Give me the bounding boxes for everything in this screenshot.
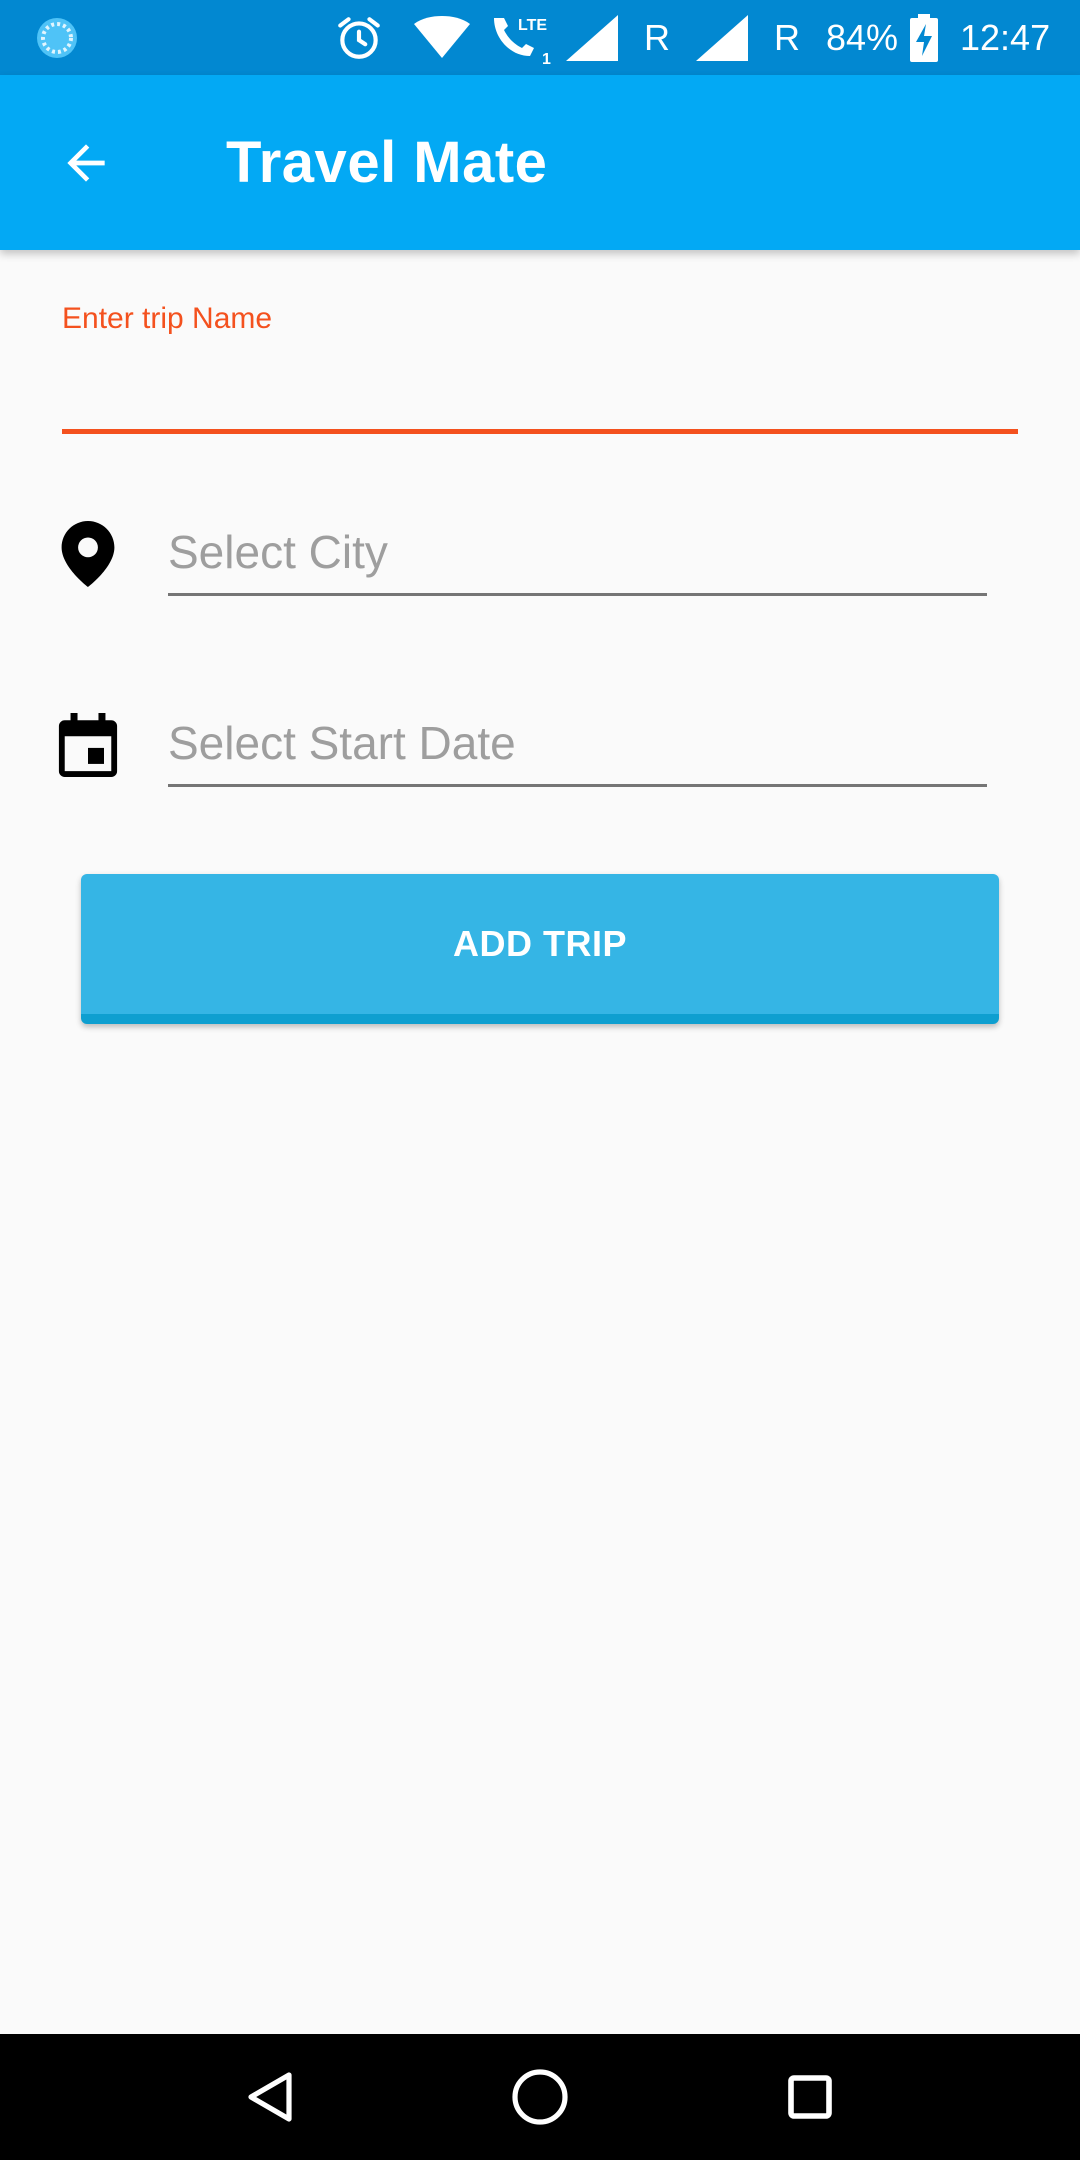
battery-percent: 84%	[826, 16, 899, 58]
start-date-placeholder: Select Start Date	[168, 717, 516, 769]
arrow-back-icon	[67, 144, 105, 182]
system-nav-bar	[0, 2034, 1080, 2160]
wifi-icon	[414, 0, 470, 75]
page-title: Travel Mate	[226, 130, 548, 195]
lte-call-icon: LTE 1	[488, 0, 554, 75]
back-triangle-icon[interactable]	[225, 2052, 315, 2142]
clock: 12:47	[960, 16, 1051, 58]
network-letter: R	[644, 16, 670, 58]
trip-name-input[interactable]	[62, 350, 1018, 434]
status-bar: LTE 1 R R 84% 12:47	[0, 0, 1080, 75]
recents-square-icon[interactable]	[765, 2052, 855, 2142]
battery-charging-icon	[910, 0, 938, 75]
location-pin-icon	[55, 521, 121, 587]
add-trip-button[interactable]: ADD TRIP	[81, 874, 999, 1024]
calendar-icon	[55, 712, 121, 778]
back-button[interactable]	[46, 123, 126, 203]
screen: LTE 1 R R 84% 12:47 Travel Mate Enter tr…	[0, 0, 1080, 2160]
loading-circle-icon	[34, 0, 80, 75]
city-select-field[interactable]: Select City	[168, 500, 987, 596]
city-placeholder: Select City	[168, 526, 388, 578]
alarm-icon	[334, 0, 384, 75]
network-letter: R	[774, 16, 800, 58]
svg-text:1: 1	[542, 51, 551, 66]
svg-text:LTE: LTE	[518, 17, 547, 34]
app-bar: Travel Mate	[0, 75, 1080, 250]
signal-icon	[696, 0, 748, 75]
signal-icon	[566, 0, 618, 75]
trip-name-label: Enter trip Name	[62, 302, 273, 335]
home-circle-icon[interactable]	[495, 2052, 585, 2142]
start-date-select-field[interactable]: Select Start Date	[168, 691, 987, 787]
